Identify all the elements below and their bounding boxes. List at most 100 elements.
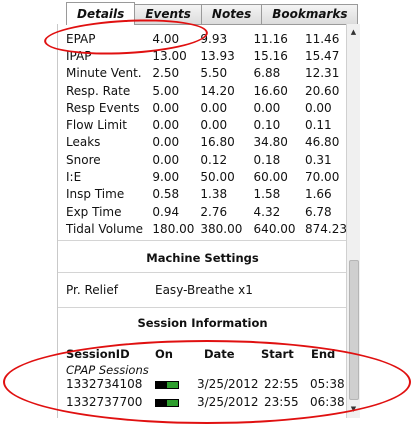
stat-value: 9.00 bbox=[152, 170, 180, 185]
stat-value: 4.00 bbox=[152, 31, 180, 46]
stat-value: 2.50 bbox=[152, 66, 180, 81]
pr-relief-label: Pr. Relief bbox=[66, 283, 118, 297]
details-panel: EPAP 4.00 9.93 11.16 11.46 IPAP 13.00 13.93 15.1… bbox=[57, 24, 347, 418]
stat-value: 11.16 bbox=[253, 31, 288, 46]
session-date-header: Date bbox=[204, 347, 235, 361]
stat-value: 380.00 bbox=[200, 221, 243, 236]
session-end: 05:38 bbox=[310, 377, 345, 391]
stat-row: Snore 0.00 0.12 0.18 0.31 bbox=[66, 151, 347, 168]
vertical-scrollbar[interactable]: ▲ ▼ bbox=[346, 24, 360, 418]
stat-value: 9.93 bbox=[200, 31, 228, 46]
stat-value: 0.11 bbox=[304, 118, 332, 133]
stat-row: Insp Time 0.58 1.38 1.58 1.66 bbox=[66, 186, 347, 203]
stat-value: 20.60 bbox=[304, 83, 340, 98]
stat-value: 0.00 bbox=[200, 100, 228, 115]
stat-value: 13.93 bbox=[200, 48, 235, 63]
session-id-header: SessionID bbox=[66, 347, 130, 361]
stat-row: Flow Limit 0.00 0.00 0.10 0.11 bbox=[66, 116, 347, 133]
stat-value: 2.76 bbox=[200, 204, 228, 219]
stat-value: 0.00 bbox=[152, 152, 180, 167]
cpap-sessions-label: CPAP Sessions bbox=[66, 363, 149, 377]
stat-value: 0.12 bbox=[200, 152, 228, 167]
session-start: 23:55 bbox=[264, 395, 299, 409]
divider bbox=[58, 240, 347, 241]
stat-value: 180.00 bbox=[152, 221, 195, 236]
stat-value: 13.00 bbox=[152, 48, 187, 63]
session-date: 3/25/2012 bbox=[197, 395, 259, 409]
stat-label: Resp Events bbox=[66, 100, 140, 115]
stat-value: 0.00 bbox=[200, 118, 228, 133]
tab-events[interactable]: Events bbox=[134, 4, 202, 24]
session-id[interactable]: 1332734108 bbox=[66, 377, 142, 391]
stat-row: I:E 9.00 50.00 60.00 70.00 bbox=[66, 168, 347, 185]
stat-label: Snore bbox=[66, 152, 101, 167]
stat-value: 16.80 bbox=[200, 135, 235, 150]
stat-label: Flow Limit bbox=[66, 118, 127, 133]
stat-label: EPAP bbox=[66, 31, 96, 46]
scroll-down-arrow-icon[interactable]: ▼ bbox=[347, 403, 360, 416]
pr-relief-value: Easy-Breathe x1 bbox=[155, 283, 253, 297]
stat-label: Resp. Rate bbox=[66, 83, 131, 98]
stat-value: 12.31 bbox=[304, 66, 340, 81]
stat-row: IPAP 13.00 13.93 15.16 15.47 bbox=[66, 47, 347, 64]
stat-row: Resp. Rate 5.00 14.20 16.60 20.60 bbox=[66, 82, 347, 99]
stat-row: Tidal Volume 180.00 380.00 640.00 874.23 bbox=[66, 220, 347, 237]
stat-value: 0.31 bbox=[304, 152, 332, 167]
tab-notes[interactable]: Notes bbox=[200, 4, 263, 24]
session-end-header: End bbox=[311, 347, 336, 361]
statistics-table: EPAP 4.00 9.93 11.16 11.46 IPAP 13.00 13.93 15.1… bbox=[66, 30, 347, 238]
stat-value: 11.46 bbox=[304, 31, 340, 46]
tab-details[interactable]: Details bbox=[66, 2, 136, 25]
stat-value: 34.80 bbox=[253, 135, 288, 150]
stat-row: EPAP 4.00 9.93 11.16 11.46 bbox=[66, 30, 347, 47]
stat-value: 5.50 bbox=[200, 66, 228, 81]
scroll-thumb[interactable] bbox=[349, 260, 359, 400]
stat-value: 1.66 bbox=[304, 187, 332, 202]
stat-value: 0.00 bbox=[304, 100, 332, 115]
stat-label: Minute Vent. bbox=[66, 66, 142, 81]
stat-row: Leaks 0.00 16.80 34.80 46.80 bbox=[66, 134, 347, 151]
session-enabled-toggle[interactable] bbox=[155, 381, 179, 389]
scroll-up-arrow-icon[interactable]: ▲ bbox=[347, 26, 360, 39]
stat-value: 4.32 bbox=[253, 204, 281, 219]
stat-value: 14.20 bbox=[200, 83, 235, 98]
stat-value: 0.10 bbox=[253, 118, 281, 133]
stat-value: 6.78 bbox=[304, 204, 332, 219]
stat-value: 0.00 bbox=[152, 135, 180, 150]
stat-label: Insp Time bbox=[66, 187, 125, 202]
stat-value: 46.80 bbox=[304, 135, 340, 150]
session-row[interactable]: 1332734108 3/25/2012 22:55 05:38 bbox=[58, 377, 347, 393]
stat-value: 1.38 bbox=[200, 187, 228, 202]
session-enabled-toggle[interactable] bbox=[155, 399, 179, 407]
session-on-header: On bbox=[155, 347, 173, 361]
stat-value: 70.00 bbox=[304, 170, 340, 185]
session-id[interactable]: 1332737700 bbox=[66, 395, 142, 409]
divider bbox=[58, 307, 347, 308]
tab-bookmarks[interactable]: Bookmarks bbox=[261, 4, 359, 24]
stat-value: 5.00 bbox=[152, 83, 180, 98]
stat-label: I:E bbox=[66, 170, 82, 185]
stat-row: Exp Time 0.94 2.76 4.32 6.78 bbox=[66, 203, 347, 220]
stat-label: Tidal Volume bbox=[66, 221, 144, 236]
stat-value: 16.60 bbox=[253, 83, 288, 98]
stat-value: 874.23 bbox=[304, 221, 347, 236]
stat-label: Exp Time bbox=[66, 204, 122, 219]
stat-value: 0.18 bbox=[253, 152, 281, 167]
stat-row: Minute Vent. 2.50 5.50 6.88 12.31 bbox=[66, 65, 347, 82]
stat-value: 15.47 bbox=[304, 48, 340, 63]
stat-value: 640.00 bbox=[253, 221, 296, 236]
stat-value: 50.00 bbox=[200, 170, 235, 185]
session-start: 22:55 bbox=[264, 377, 299, 391]
stat-row: Resp Events 0.00 0.00 0.00 0.00 bbox=[66, 99, 347, 116]
session-end: 06:38 bbox=[310, 395, 345, 409]
session-row[interactable]: 1332737700 3/25/2012 23:55 06:38 bbox=[58, 395, 347, 411]
stat-value: 1.58 bbox=[253, 187, 281, 202]
session-information-title: Session Information bbox=[137, 316, 268, 330]
stat-label: IPAP bbox=[66, 48, 92, 63]
stat-value: 0.00 bbox=[152, 118, 180, 133]
divider bbox=[58, 272, 347, 273]
stat-value: 0.94 bbox=[152, 204, 180, 219]
stat-label: Leaks bbox=[66, 135, 101, 150]
stat-value: 60.00 bbox=[253, 170, 288, 185]
stat-value: 15.16 bbox=[253, 48, 288, 63]
